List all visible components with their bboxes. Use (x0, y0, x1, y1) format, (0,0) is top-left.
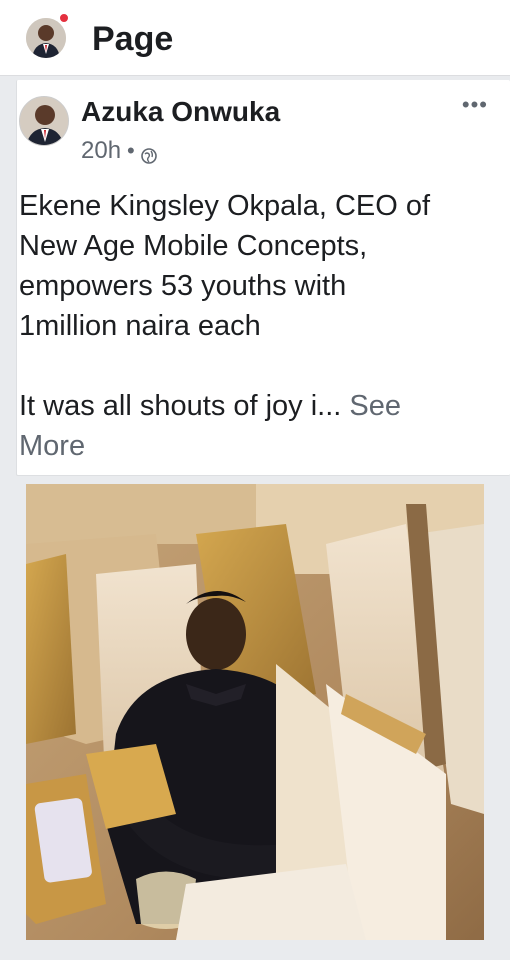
post-photo[interactable] (26, 484, 484, 940)
notification-dot (58, 12, 70, 24)
post-text: Ekene Kingsley Okpala, CEO of New Age Mo… (19, 186, 489, 466)
top-bar: Page (0, 0, 510, 76)
post-text-line: 1million naira each (19, 310, 261, 342)
post-text-line: Ekene Kingsley Okpala, CEO of (19, 190, 431, 222)
author-avatar[interactable] (19, 96, 69, 146)
page-avatar[interactable] (26, 18, 66, 58)
see-more-link-continued[interactable]: More (19, 426, 489, 466)
author-name[interactable]: Azuka Onwuka (81, 96, 280, 128)
post-meta: 20h • (81, 137, 157, 165)
see-more-link[interactable]: See (349, 390, 401, 422)
post-time[interactable]: 20h (81, 137, 121, 165)
post-card: Azuka Onwuka 20h • ••• Ekene Kingsley Ok… (16, 80, 510, 476)
post-text-line: New Age Mobile Concepts, (19, 230, 368, 262)
post-text-line: empowers 53 youths with (19, 270, 347, 302)
meta-separator: • (127, 138, 135, 163)
post-text-truncated: It was all shouts of joy i... (19, 390, 342, 422)
more-options-icon[interactable]: ••• (462, 92, 488, 118)
page-title: Page (92, 20, 174, 58)
globe-icon (140, 143, 157, 164)
